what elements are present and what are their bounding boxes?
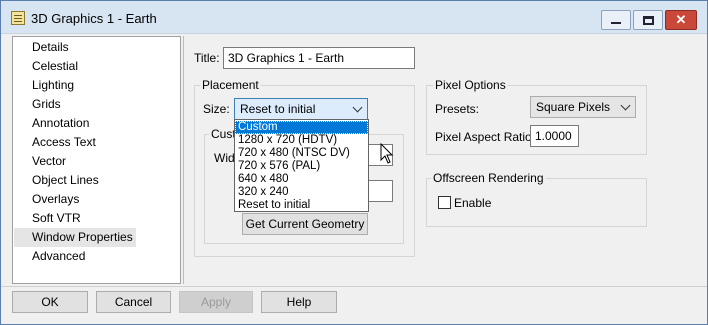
- nav-item-overlays[interactable]: Overlays: [14, 190, 179, 209]
- nav-item-celestial[interactable]: Celestial: [14, 57, 179, 76]
- minimize-icon: [611, 22, 621, 24]
- enable-offscreen-label: Enable: [454, 196, 492, 210]
- size-option-hdtv[interactable]: 1280 x 720 (HDTV): [235, 134, 368, 147]
- size-option-reset[interactable]: Reset to initial: [235, 199, 368, 212]
- size-option-640x480[interactable]: 640 x 480: [235, 173, 368, 186]
- close-button[interactable]: ✕: [665, 10, 697, 30]
- nav-item-annotation[interactable]: Annotation: [14, 114, 179, 133]
- size-option-320x240[interactable]: 320 x 240: [235, 186, 368, 199]
- mouse-cursor-icon: [380, 143, 394, 164]
- presets-dropdown[interactable]: Square Pixels: [530, 96, 636, 118]
- dialog-window: 3D Graphics 1 - Earth ✕ Details Celestia…: [0, 0, 708, 325]
- nav-item-soft-vtr[interactable]: Soft VTR: [14, 209, 179, 228]
- placement-group-title: Placement: [200, 78, 261, 92]
- ok-button[interactable]: OK: [12, 291, 88, 313]
- maximize-button[interactable]: [633, 10, 663, 30]
- pixel-options-group-title: Pixel Options: [433, 78, 508, 92]
- height-input[interactable]: [367, 180, 393, 202]
- title-label: Title:: [194, 51, 220, 65]
- size-dropdown-value: Reset to initial: [240, 102, 316, 116]
- close-icon: ✕: [675, 12, 687, 27]
- size-option-custom[interactable]: Custom: [235, 121, 368, 134]
- nav-item-lighting[interactable]: Lighting: [14, 76, 179, 95]
- notepad-icon: [11, 11, 25, 25]
- presets-dropdown-value: Square Pixels: [536, 100, 611, 114]
- nav-item-grids[interactable]: Grids: [14, 95, 179, 114]
- enable-offscreen-checkbox[interactable]: [438, 196, 451, 209]
- apply-button[interactable]: Apply: [179, 291, 253, 313]
- properties-nav-list[interactable]: Details Celestial Lighting Grids Annotat…: [12, 36, 181, 284]
- size-option-ntsc[interactable]: 720 x 480 (NTSC DV): [235, 147, 368, 160]
- window-title: 3D Graphics 1 - Earth: [31, 11, 157, 26]
- title-bar[interactable]: 3D Graphics 1 - Earth ✕: [1, 1, 707, 34]
- aspect-ratio-label: Pixel Aspect Ratio:: [435, 130, 536, 144]
- size-option-pal[interactable]: 720 x 576 (PAL): [235, 160, 368, 173]
- aspect-ratio-input[interactable]: 1.0000: [530, 125, 579, 147]
- nav-item-vector[interactable]: Vector: [14, 152, 179, 171]
- nav-item-access-text[interactable]: Access Text: [14, 133, 179, 152]
- maximize-icon: [643, 16, 654, 25]
- chevron-down-icon: [620, 100, 631, 111]
- size-label: Size:: [203, 102, 230, 116]
- presets-label: Presets:: [435, 102, 480, 116]
- chevron-down-icon: [352, 102, 363, 113]
- title-input[interactable]: 3D Graphics 1 - Earth: [223, 47, 415, 69]
- nav-item-details[interactable]: Details: [14, 38, 179, 57]
- get-current-geometry-button[interactable]: Get Current Geometry: [242, 213, 368, 235]
- nav-item-advanced[interactable]: Advanced: [14, 247, 179, 266]
- cancel-button[interactable]: Cancel: [96, 291, 171, 313]
- minimize-button[interactable]: [601, 10, 631, 30]
- size-dropdown[interactable]: Reset to initial: [234, 98, 368, 120]
- dialog-button-bar: OK Cancel Apply Help: [1, 286, 707, 324]
- nav-item-window-properties[interactable]: Window Properties: [14, 228, 136, 247]
- size-dropdown-list[interactable]: Custom 1280 x 720 (HDTV) 720 x 480 (NTSC…: [234, 119, 369, 212]
- nav-item-object-lines[interactable]: Object Lines: [14, 171, 179, 190]
- help-button[interactable]: Help: [261, 291, 337, 313]
- offscreen-rendering-group-title: Offscreen Rendering: [431, 171, 546, 185]
